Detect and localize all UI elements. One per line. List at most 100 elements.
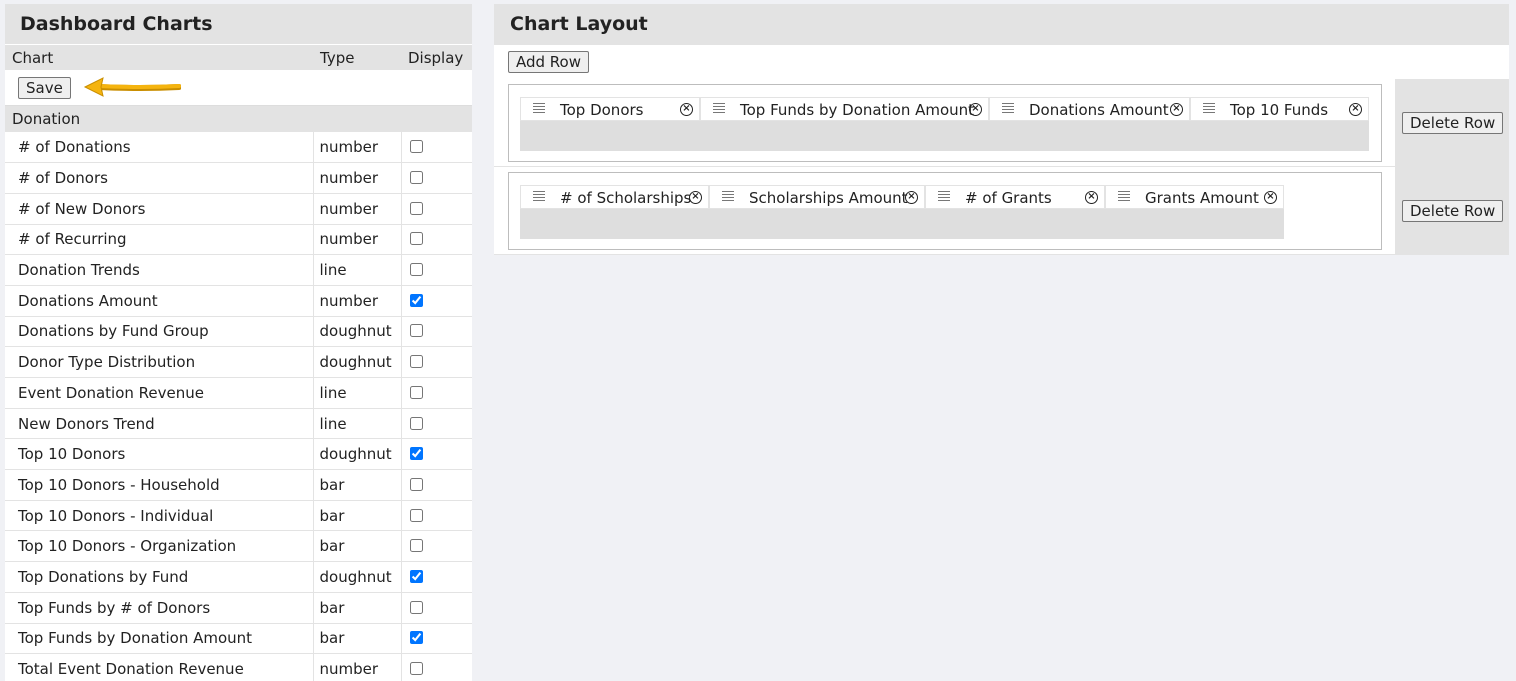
chart-type: doughnut	[313, 316, 402, 348]
display-checkbox[interactable]	[409, 324, 423, 338]
display-checkbox[interactable]	[409, 508, 423, 522]
display-checkbox[interactable]	[409, 201, 423, 215]
table-row: Top Donations by Fund doughnut	[5, 561, 472, 593]
table-header: Chart Type Display	[5, 44, 472, 70]
chart-name: Donor Type Distribution	[5, 346, 314, 378]
layout-toolbar: Add Row	[494, 45, 1509, 79]
remove-circle-icon[interactable]: ×	[689, 191, 702, 204]
display-cell	[401, 254, 472, 286]
layout-chart-item[interactable]: Top Donors ×	[520, 97, 700, 121]
layout-chart-item[interactable]: Top 10 Funds ×	[1190, 97, 1369, 121]
delete-row-button[interactable]: Delete Row	[1402, 200, 1504, 222]
display-checkbox[interactable]	[409, 171, 423, 185]
table-row: Top 10 Donors - Organization bar	[5, 530, 472, 563]
chart-layout-panel: Chart Layout Add Row Top Donors × Top Fund…	[494, 4, 1509, 256]
layout-row-box: Top Donors × Top Funds by Donation Amount ×…	[508, 84, 1382, 162]
display-cell	[401, 377, 472, 409]
display-cell	[401, 346, 472, 378]
save-row: Save	[5, 70, 472, 106]
display-cell	[401, 316, 472, 348]
drag-handle-icon[interactable]	[533, 191, 545, 203]
display-cell	[401, 408, 472, 440]
delete-row-button[interactable]: Delete Row	[1402, 112, 1504, 134]
layout-chart-label: Top Donors	[560, 101, 644, 119]
table-row: Donations Amount number	[5, 285, 472, 317]
chart-name: # of Donors	[5, 162, 314, 194]
display-checkbox[interactable]	[409, 569, 423, 583]
chart-type: bar	[313, 469, 402, 501]
drag-handle-icon[interactable]	[722, 191, 734, 203]
layout-row-actions: Delete Row	[1395, 79, 1509, 166]
column-type: Type	[320, 49, 355, 67]
remove-circle-icon[interactable]: ×	[680, 103, 693, 116]
layout-chart-item[interactable]: # of Scholarships ×	[520, 185, 709, 209]
display-checkbox[interactable]	[409, 293, 423, 307]
chart-name: Donations by Fund Group	[5, 316, 314, 348]
chart-name: # of Donations	[5, 132, 314, 164]
table-row: # of New Donors number	[5, 193, 472, 225]
display-cell	[401, 285, 472, 317]
display-cell	[401, 500, 472, 532]
display-checkbox[interactable]	[409, 631, 423, 645]
drag-handle-icon[interactable]	[1118, 191, 1130, 203]
chart-name: Top Donations by Fund	[5, 561, 314, 593]
table-row: # of Donations number	[5, 132, 472, 164]
remove-circle-icon[interactable]: ×	[905, 191, 918, 204]
remove-circle-icon[interactable]: ×	[1170, 103, 1183, 116]
display-cell	[401, 592, 472, 624]
chart-drop-zone[interactable]: Top Donors × Top Funds by Donation Amount ×…	[520, 97, 1369, 151]
display-checkbox[interactable]	[409, 140, 423, 154]
table-row: # of Recurring number	[5, 224, 472, 256]
layout-chart-label: Top Funds by Donation Amount	[740, 101, 975, 119]
layout-row: # of Scholarships × Scholarships Amount × # …	[494, 167, 1509, 255]
table-row: Event Donation Revenue line	[5, 377, 472, 409]
display-checkbox[interactable]	[409, 477, 423, 491]
chart-type: number	[313, 132, 402, 164]
chart-drop-zone[interactable]: # of Scholarships × Scholarships Amount × # …	[520, 185, 1284, 239]
group-header-donation: Donation	[5, 106, 472, 132]
remove-circle-icon[interactable]: ×	[1085, 191, 1098, 204]
save-button[interactable]: Save	[18, 77, 71, 99]
chart-type: bar	[313, 530, 402, 563]
display-checkbox[interactable]	[409, 232, 423, 246]
drag-handle-icon[interactable]	[938, 191, 950, 203]
display-checkbox[interactable]	[409, 539, 423, 553]
chart-name: Donation Trends	[5, 254, 314, 286]
add-row-button[interactable]: Add Row	[508, 51, 590, 73]
chart-type: number	[313, 162, 402, 194]
drag-handle-icon[interactable]	[1002, 103, 1014, 115]
remove-circle-icon[interactable]: ×	[1264, 191, 1277, 204]
table-row: Total Event Donation Revenue number	[5, 653, 472, 681]
display-cell	[401, 469, 472, 501]
drag-handle-icon[interactable]	[713, 103, 725, 115]
chart-type: bar	[313, 623, 402, 655]
drag-handle-icon[interactable]	[1203, 103, 1215, 115]
charts-table: # of Donations number # of Donors number # o…	[5, 132, 472, 681]
display-checkbox[interactable]	[409, 600, 423, 614]
drag-handle-icon[interactable]	[533, 103, 545, 115]
display-cell	[401, 561, 472, 593]
display-checkbox[interactable]	[409, 263, 423, 277]
layout-chart-item[interactable]: Top Funds by Donation Amount ×	[700, 97, 989, 121]
chart-name: Donations Amount	[5, 285, 314, 317]
remove-circle-icon[interactable]: ×	[969, 103, 982, 116]
display-checkbox[interactable]	[409, 385, 423, 399]
chart-type: line	[313, 377, 402, 409]
display-checkbox[interactable]	[409, 447, 423, 461]
display-cell	[401, 193, 472, 225]
remove-circle-icon[interactable]: ×	[1349, 103, 1362, 116]
layout-row-main: Top Donors × Top Funds by Donation Amount ×…	[494, 79, 1395, 166]
table-row: Donor Type Distribution doughnut	[5, 346, 472, 378]
display-checkbox[interactable]	[409, 662, 423, 676]
layout-chart-label: # of Grants	[965, 189, 1052, 207]
layout-chart-item[interactable]: Grants Amount ×	[1105, 185, 1284, 209]
display-checkbox[interactable]	[409, 355, 423, 369]
layout-chart-item[interactable]: Scholarships Amount ×	[709, 185, 925, 209]
chart-name: Top Funds by # of Donors	[5, 592, 314, 624]
table-row: Top 10 Donors - Household bar	[5, 469, 472, 501]
chart-name: Top 10 Donors	[5, 438, 314, 471]
layout-chart-item[interactable]: # of Grants ×	[925, 185, 1105, 209]
layout-row: Top Donors × Top Funds by Donation Amount ×…	[494, 79, 1509, 167]
display-checkbox[interactable]	[409, 416, 423, 430]
layout-chart-item[interactable]: Donations Amount ×	[989, 97, 1190, 121]
